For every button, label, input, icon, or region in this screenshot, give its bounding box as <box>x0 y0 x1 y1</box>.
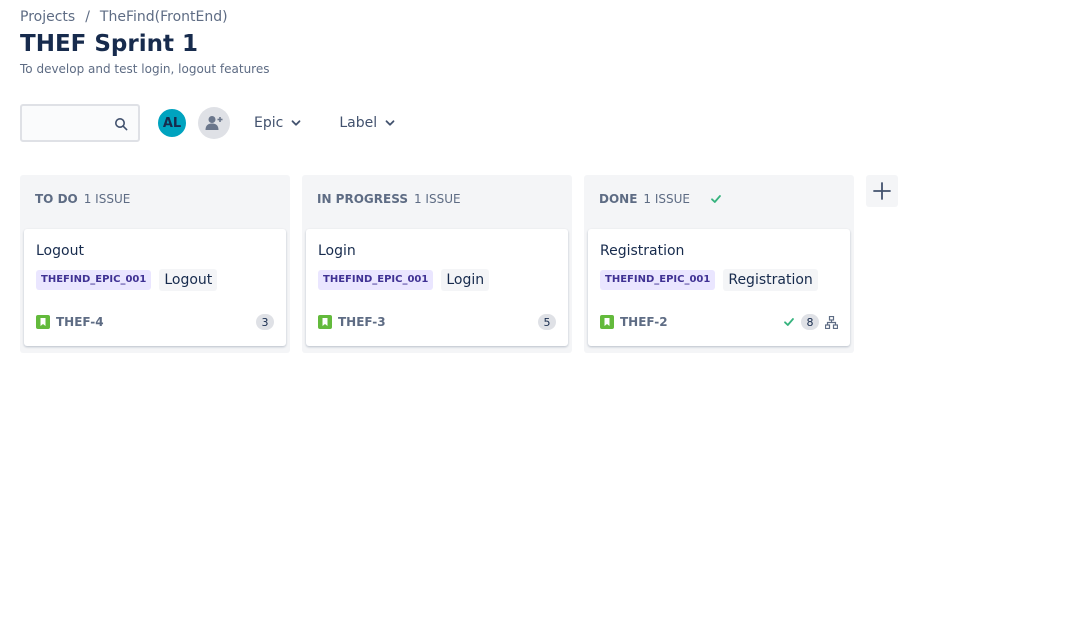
story-icon <box>318 315 332 329</box>
chevron-down-icon <box>291 120 301 126</box>
issue-meta: 3 <box>256 314 274 330</box>
issue-key[interactable]: THEF-4 <box>56 315 104 329</box>
avatar[interactable]: AL <box>156 107 188 139</box>
issue-footer: THEF-3 5 <box>318 314 556 330</box>
subtasks-icon <box>825 315 838 329</box>
epic-lozenge: THEFIND_EPIC_001 <box>36 270 152 290</box>
issue-meta: 8 <box>783 314 838 330</box>
column-header: IN PROGRESS 1 ISSUE <box>306 175 568 223</box>
search-box <box>20 104 140 142</box>
column-issue-count: 1 ISSUE <box>83 192 131 206</box>
page-title: THEF Sprint 1 <box>20 31 199 57</box>
breadcrumb: Projects / TheFind(FrontEnd) <box>20 9 228 25</box>
label-filter-button[interactable]: Label <box>335 107 399 139</box>
column-done: DONE 1 ISSUE Registration THEFIND_EPIC_0… <box>584 175 854 353</box>
epic-lozenge: THEFIND_EPIC_001 <box>600 270 716 290</box>
issue-tags: THEFIND_EPIC_001 Registration <box>600 269 838 291</box>
check-icon <box>711 195 721 203</box>
column-name: IN PROGRESS <box>317 192 408 206</box>
label-lozenge: Login <box>441 269 490 291</box>
issue-footer: THEF-4 3 <box>36 314 274 330</box>
plus-icon <box>873 182 891 200</box>
story-points-badge: 3 <box>256 314 274 330</box>
story-icon <box>600 315 614 329</box>
check-icon <box>784 318 794 326</box>
column-issue-count: 1 ISSUE <box>413 192 461 206</box>
story-icon <box>36 315 50 329</box>
label-lozenge: Registration <box>723 269 818 291</box>
label-filter-label: Label <box>339 115 378 131</box>
issue-tags: THEFIND_EPIC_001 Login <box>318 269 556 291</box>
search-icon <box>115 118 128 131</box>
issue-tags: THEFIND_EPIC_001 Logout <box>36 269 274 291</box>
issue-title: Login <box>318 243 356 259</box>
breadcrumb-projects-link[interactable]: Projects <box>20 9 75 25</box>
issue-card[interactable]: Login THEFIND_EPIC_001 Login THEF-3 5 <box>306 229 568 346</box>
column-todo: TO DO 1 ISSUE Logout THEFIND_EPIC_001 Lo… <box>20 175 290 353</box>
epic-filter-label: Epic <box>254 115 284 131</box>
add-column-button[interactable] <box>866 175 898 207</box>
issue-key[interactable]: THEF-3 <box>338 315 386 329</box>
epic-filter-button[interactable]: Epic <box>250 107 305 139</box>
chevron-down-icon <box>385 120 395 126</box>
column-issue-count: 1 ISSUE <box>643 192 690 206</box>
issue-card[interactable]: Logout THEFIND_EPIC_001 Logout THEF-4 3 <box>24 229 286 346</box>
column-header: DONE 1 ISSUE <box>588 175 850 223</box>
add-people-button[interactable] <box>198 107 230 139</box>
breadcrumb-project-link[interactable]: TheFind(FrontEnd) <box>100 9 228 25</box>
board-toolbar: AL Epic Label <box>20 104 399 142</box>
search-input[interactable] <box>22 106 112 140</box>
issue-footer: THEF-2 8 <box>600 314 838 330</box>
label-lozenge: Logout <box>159 269 218 291</box>
sprint-goal: To develop and test login, logout featur… <box>20 62 270 76</box>
issue-title: Logout <box>36 243 84 259</box>
story-points-badge: 8 <box>801 314 819 330</box>
board-columns: TO DO 1 ISSUE Logout THEFIND_EPIC_001 Lo… <box>20 175 898 353</box>
breadcrumb-separator: / <box>85 9 90 25</box>
column-name: TO DO <box>35 192 78 206</box>
issue-title: Registration <box>600 243 685 259</box>
column-header: TO DO 1 ISSUE <box>24 175 286 223</box>
epic-lozenge: THEFIND_EPIC_001 <box>318 270 434 290</box>
add-people-icon <box>205 116 223 130</box>
issue-key[interactable]: THEF-2 <box>620 315 668 329</box>
story-points-badge: 5 <box>538 314 556 330</box>
issue-meta: 5 <box>538 314 556 330</box>
column-in-progress: IN PROGRESS 1 ISSUE Login THEFIND_EPIC_0… <box>302 175 572 353</box>
column-name: DONE <box>599 192 638 206</box>
issue-card[interactable]: Registration THEFIND_EPIC_001 Registrati… <box>588 229 850 346</box>
